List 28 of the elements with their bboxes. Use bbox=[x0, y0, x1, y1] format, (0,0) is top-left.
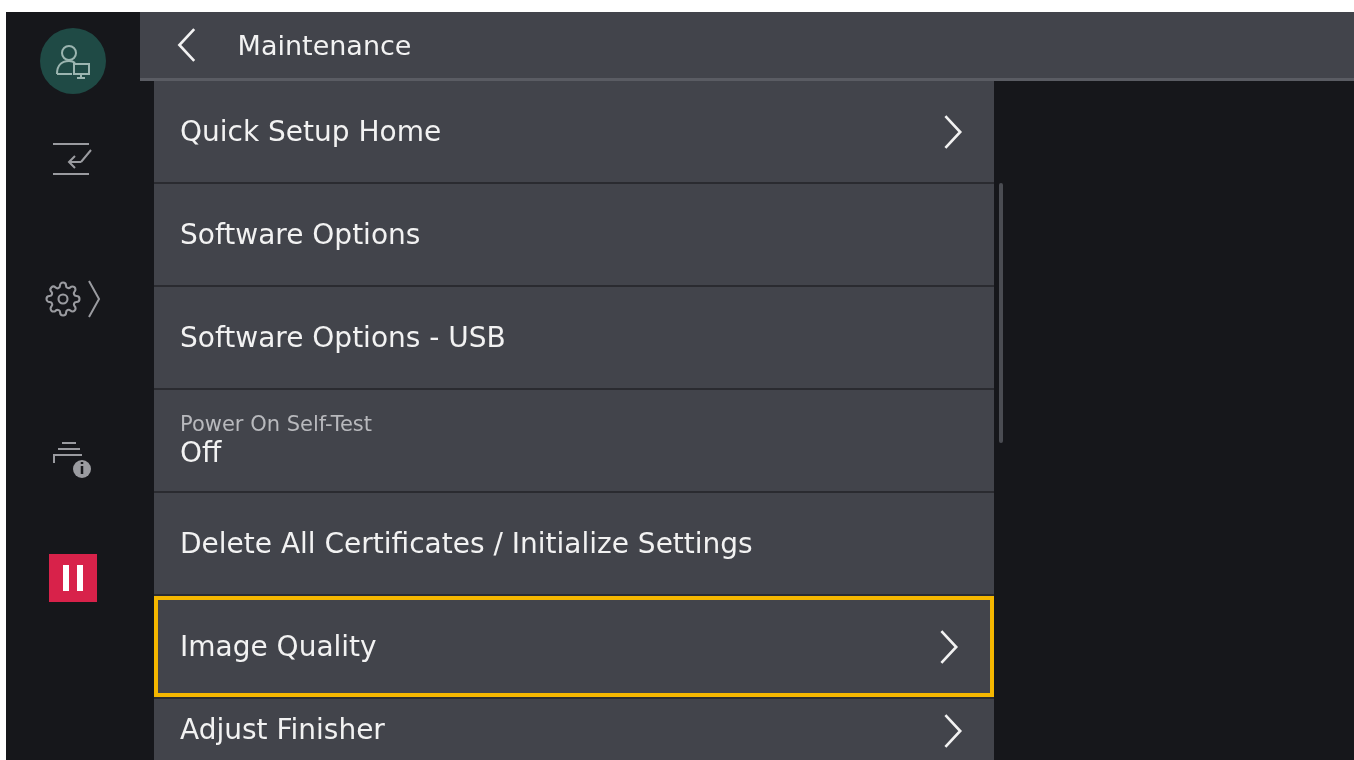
menu-item-label: Delete All Certificates / Initialize Settings bbox=[180, 527, 753, 560]
menu-item-label: Image Quality bbox=[180, 630, 377, 663]
menu-item[interactable]: Image Quality bbox=[154, 596, 994, 697]
menu-item[interactable]: Power On Self-Test Off bbox=[154, 390, 994, 491]
pause-button[interactable] bbox=[49, 554, 97, 602]
menu-item[interactable]: Software Options - USB bbox=[154, 287, 994, 388]
chevron-right-icon bbox=[942, 713, 964, 749]
page-title: Maintenance bbox=[237, 29, 412, 61]
scroll-bar[interactable] bbox=[999, 183, 1003, 443]
setting-value: Off bbox=[180, 436, 223, 469]
user-computer-icon bbox=[54, 42, 92, 80]
menu-item[interactable]: Adjust Finisher bbox=[154, 699, 994, 760]
setting-label: Power On Self-Test bbox=[180, 412, 372, 436]
device-info-icon[interactable] bbox=[52, 439, 94, 479]
chevron-right-icon bbox=[938, 628, 960, 665]
menu-item-label: Software Options - USB bbox=[180, 321, 506, 354]
menu-item[interactable]: Software Options bbox=[154, 184, 994, 285]
chevron-right-icon bbox=[942, 113, 964, 150]
back-button[interactable] bbox=[176, 27, 198, 63]
sign-in-icon[interactable] bbox=[51, 142, 95, 176]
menu-item[interactable]: Quick Setup Home bbox=[154, 81, 994, 182]
menu-item-label: Software Options bbox=[180, 218, 421, 251]
menu-item-label: Quick Setup Home bbox=[180, 115, 442, 148]
settings-icon[interactable] bbox=[45, 281, 81, 317]
menu-item-label: Adjust Finisher bbox=[180, 713, 385, 746]
back-icon bbox=[176, 27, 198, 63]
chevron-right-icon bbox=[87, 279, 101, 319]
menu-item[interactable]: Delete All Certificates / Initialize Settings bbox=[154, 493, 994, 594]
